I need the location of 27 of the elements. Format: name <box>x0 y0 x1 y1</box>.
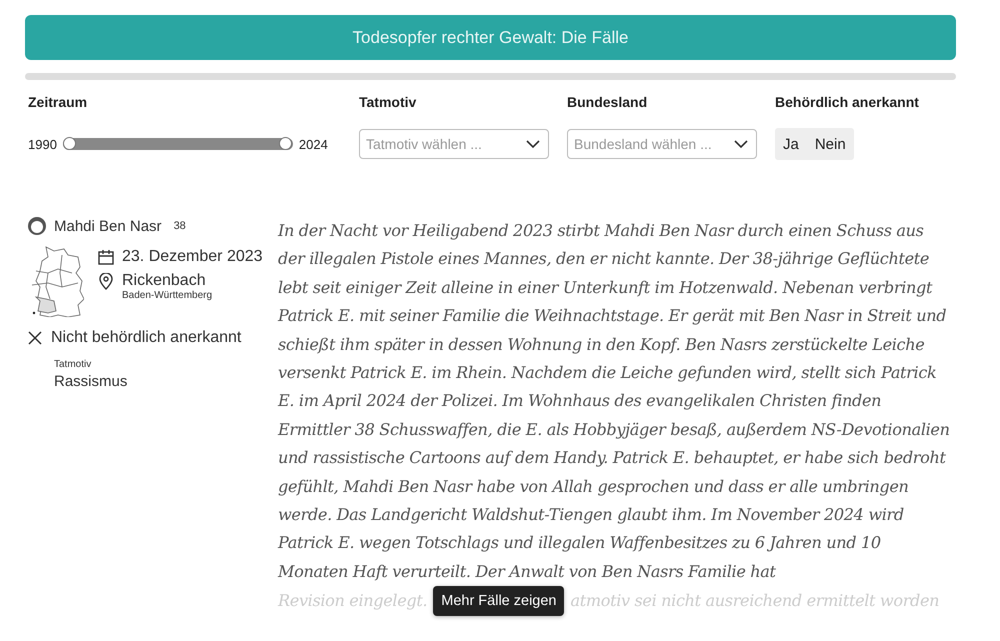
location-pin-icon <box>98 272 114 290</box>
avatar-icon <box>28 217 46 235</box>
recognition-status: Nicht behördlich anerkannt <box>51 329 242 347</box>
page-title-bar: Todesopfer rechter Gewalt: Die Fälle <box>25 15 956 60</box>
filter-label: Bundesland <box>567 94 648 112</box>
year-label: 2024 <box>298 136 328 152</box>
age-label: 38 <box>174 220 186 232</box>
filter-label: Behördlich anerkannt <box>775 94 919 112</box>
placeholder-text: Bundesland wählen ... <box>574 136 712 152</box>
calendar-icon <box>98 250 114 264</box>
more-cases-button[interactable]: Mehr Fälle zeigen <box>433 586 564 616</box>
chevron-down-icon <box>734 140 748 148</box>
case-description: In der Nacht vor Heiligabend 2023 stirbt Mahdi Ben Nasr durch einen Schuss aus der illegalen Pistole eines Mannes, den er nicht kannte. Der 38-jährige Geflüchtete lebt seit einiger Zeit alleine in einer Unterkunft im Hotzenwald. Nebenan verbringt Patrick E. mit seiner Familie die Weihnachtstage. Er gerät mit Ben Nasr in Streit und schießt ihm später in dessen Wohnung in den Kopf. Ben Nasrs zerstückelte Leiche versenkt Patrick E. im Rhein. Nachdem die Leiche gefunden wird, stellt sich Patrick E. im April 2024 der Polizei. Im Wohnhaus des evangelikalen Christen finden Ermittler 38 Schusswaffen, die E. als Hobbyjäger besaß, außerdem NS-Devotionalien und rassistische Cartoons auf dem Handy. Patrick E. behauptet, er habe sich bedroht gefühlt, Mahdi Ben Nasr habe von Allah gesprochen und dass er alle umbringen werde. Das Landgericht Waldshut-Tiengen glaubt ihm. Im November 2024 wird Patrick E. wegen Totschlags und illegalen Waffenbesitzes zu 6 Jahren und 10 Monaten Haft verurteilt. Der Anwalt von Ben Nasrs Familie hat <box>278 220 950 583</box>
filter-label: Zeitraum <box>28 94 88 112</box>
motive-label: Tatmotiv <box>54 359 92 370</box>
person-name: Mahdi Ben Nasr <box>54 218 162 234</box>
filter-label: Tatmotiv <box>359 94 418 112</box>
slider-handle[interactable] <box>62 137 76 150</box>
region-text: Baden-Württemberg <box>122 290 214 301</box>
placeholder-text: Tatmotiv wählen ... <box>366 136 482 152</box>
motive-text: Rassismus <box>54 373 128 390</box>
toggle-option[interactable]: Ja <box>775 128 807 160</box>
date-text: 23. Dezember 2023 <box>122 248 263 266</box>
chevron-down-icon <box>526 140 540 148</box>
toggle-option[interactable]: Nein <box>806 128 854 160</box>
year-label: 1990 <box>28 136 57 152</box>
place-text: Rickenbach <box>122 272 206 290</box>
